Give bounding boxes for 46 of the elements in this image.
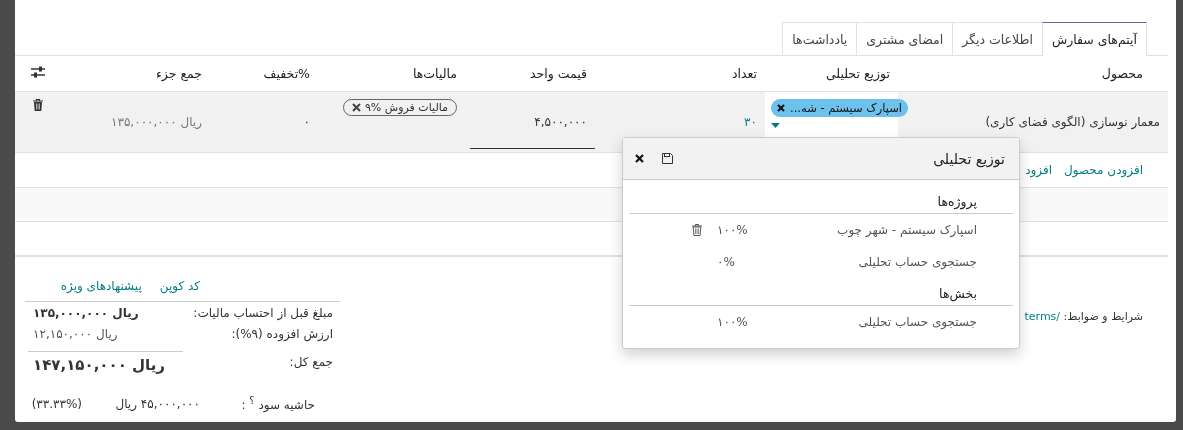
remove-icon[interactable] bbox=[351, 103, 361, 112]
caret-icon[interactable] bbox=[771, 123, 780, 128]
percentage-value[interactable]: ۰% bbox=[717, 255, 777, 269]
add-line-link[interactable]: افزودن محصول bbox=[1064, 163, 1143, 177]
column-header[interactable]: مالیات‌ها bbox=[412, 66, 457, 81]
total-label: مبلغ قبل از احتساب مالیات: bbox=[192, 305, 334, 320]
save-icon[interactable] bbox=[662, 153, 673, 164]
add-line-link[interactable]: افزود bbox=[1025, 163, 1053, 177]
terms-label: شرایط و ضوابط: bbox=[1063, 310, 1143, 323]
column-header[interactable]: جمع جزء bbox=[155, 66, 202, 81]
margin-label: حاشیه سود $^{؟}$ : bbox=[240, 395, 316, 412]
percentage-value[interactable]: ۱۰۰% bbox=[717, 223, 777, 237]
trash-icon[interactable] bbox=[692, 224, 702, 236]
column-header[interactable]: %تخفیف bbox=[263, 66, 310, 81]
column-header[interactable]: قیمت واحد bbox=[529, 66, 587, 81]
trash-icon[interactable] bbox=[32, 99, 43, 111]
column-header[interactable]: توزیع تحلیلی bbox=[825, 66, 890, 81]
analytic-account[interactable]: جستجوی حساب تحلیلی bbox=[777, 255, 977, 269]
column-header[interactable]: محصول bbox=[1101, 66, 1143, 81]
close-icon[interactable] bbox=[635, 154, 644, 163]
analytic-account[interactable]: جستجوی حساب تحلیلی bbox=[777, 315, 977, 329]
tab[interactable]: یادداشت‌ها bbox=[782, 22, 858, 55]
remove-icon[interactable] bbox=[777, 104, 785, 112]
analytic-tag[interactable]: اسپارک سیستم - شه... bbox=[771, 99, 909, 117]
totals-link[interactable]: پیشنهادهای ویژه bbox=[60, 279, 142, 293]
percentage-value[interactable]: ۱۰۰% bbox=[717, 315, 777, 329]
group-heading: پروژه‌ها bbox=[629, 188, 1013, 214]
quantity-value: ۳۰ bbox=[744, 115, 757, 129]
group-heading: بخش‌ها bbox=[629, 280, 1013, 306]
subtotal-value: ریال ۱۳۵,۰۰۰,۰۰۰ bbox=[111, 115, 202, 129]
tab[interactable]: آیتم‌های سفارش bbox=[1041, 22, 1147, 56]
total-value: ریال ۱۲,۱۵۰,۰۰۰ bbox=[32, 326, 119, 341]
sliders-icon[interactable] bbox=[30, 66, 45, 78]
popup-title: توزیع تحلیلی bbox=[932, 150, 1005, 167]
discount-value: ۰ bbox=[303, 115, 310, 129]
margin-amount: ۴۵,۰۰۰,۰۰۰ ریال bbox=[114, 396, 200, 411]
total-value: ریال ۱۳۵,۰۰۰,۰۰۰ bbox=[32, 305, 140, 320]
column-header[interactable]: تعداد bbox=[731, 66, 757, 81]
margin-percent: (۳۳.۳۳%) bbox=[31, 396, 83, 411]
totals-link[interactable]: کد کوپن bbox=[159, 279, 200, 293]
total-value: ریال ۱۴۷,۱۵۰,۰۰۰ bbox=[28, 350, 183, 374]
product-name: معمار نوسازی (الگوی فضای کاری) bbox=[985, 115, 1160, 129]
terms-link[interactable]: /terms bbox=[1024, 310, 1061, 323]
analytic-account[interactable]: اسپارک سیستم - شهر چوب bbox=[777, 223, 977, 237]
total-label: ارزش افزوده (۹%): bbox=[230, 326, 334, 341]
total-label: جمع کل: bbox=[288, 355, 334, 369]
